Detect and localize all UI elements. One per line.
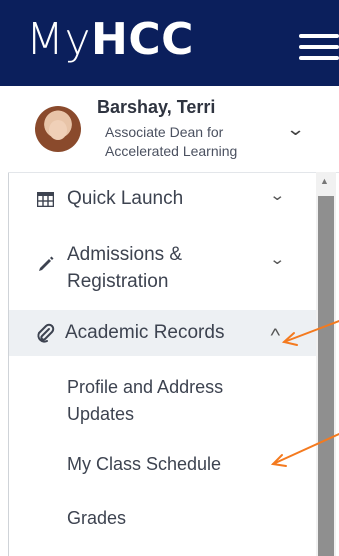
sidebar-item-label: Quick Launch	[67, 188, 184, 209]
sidebar-item-label: Academic Records	[65, 322, 225, 343]
hamburger-menu-icon[interactable]	[299, 32, 339, 62]
paperclip-icon	[37, 323, 55, 343]
table-grid-icon	[37, 192, 54, 207]
chevron-up-icon: ˄	[269, 324, 282, 341]
sidebar-subitem-profile-address[interactable]: Profile and Address Updates	[9, 368, 316, 430]
pencil-icon	[39, 256, 54, 271]
avatar	[35, 106, 81, 152]
sidebar-subitem-label: My Class Schedule	[67, 454, 222, 474]
profile-name: Barshay, Terri	[97, 97, 216, 117]
myhcc-logo[interactable]: MyHCC	[26, 10, 194, 70]
scrollbar-thumb[interactable]	[318, 196, 334, 556]
logo-prefix: My	[26, 14, 92, 65]
sidebar-subitem-grades[interactable]: Grades	[9, 502, 316, 538]
sidebar-item-academic-records[interactable]: Academic Records ˄	[9, 310, 316, 356]
sidebar-subitem-label: Grades	[67, 508, 127, 528]
sidebar-item-quick-launch[interactable]: Quick Launch ⌄	[9, 178, 316, 222]
scroll-up-arrow[interactable]: ▲	[320, 176, 329, 186]
chevron-down-icon: ⌄	[269, 187, 286, 204]
app-header: MyHCC	[0, 0, 339, 86]
chevron-down-icon: ⌄	[269, 251, 286, 268]
sidebar-item-admissions[interactable]: Admissions & Registration ⌄	[9, 236, 316, 298]
profile-title: Associate Dean for Accelerated Learning	[105, 124, 238, 159]
sidebar-item-label: Admissions & Registration	[67, 244, 183, 292]
sidebar-subitem-label: Profile and Address Updates	[67, 377, 224, 424]
logo-bold: HCC	[91, 14, 194, 65]
sidebar-subitem-class-schedule[interactable]: My Class Schedule	[9, 448, 316, 484]
chevron-down-icon[interactable]: ⌄	[286, 119, 306, 140]
